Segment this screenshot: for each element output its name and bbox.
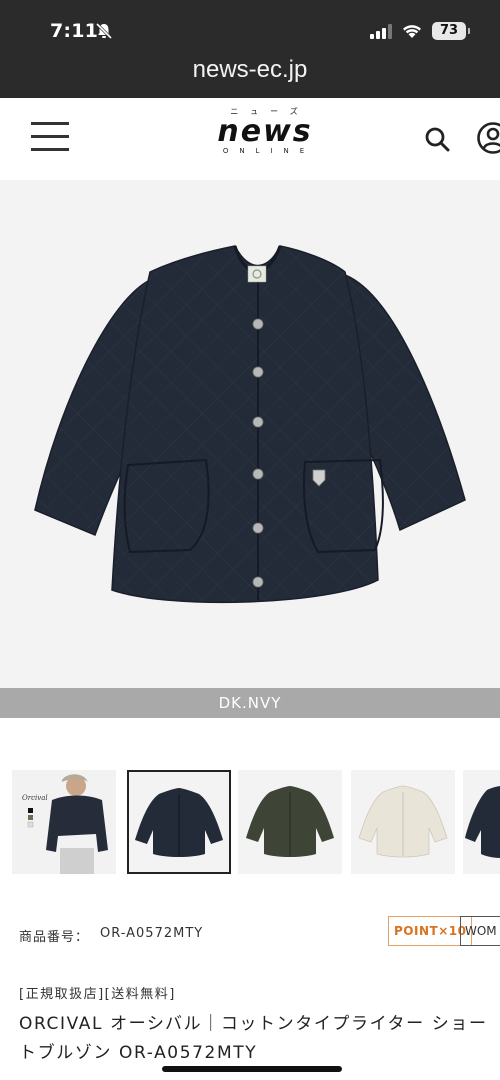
thumbnail-olive[interactable] — [238, 770, 342, 874]
logo-wordmark: news — [217, 114, 313, 149]
thumbnail-strip: Orcival — [0, 770, 500, 874]
wifi-icon — [403, 25, 421, 38]
search-icon[interactable] — [424, 126, 450, 152]
site-logo[interactable]: ニューズ news ONLINE — [205, 106, 325, 170]
thumbnail-brand-text: Orcival — [22, 794, 48, 802]
jacket-illustration — [34, 245, 466, 604]
thumbnail-navy-partial[interactable] — [463, 770, 500, 874]
model-thumbnail-illustration — [12, 770, 116, 874]
logo-subtitle: ONLINE — [222, 147, 316, 155]
sku-label: 商品番号： — [19, 930, 90, 945]
sku-value: OR-A0572MTY — [100, 926, 204, 941]
olive-jacket-thumbnail — [238, 770, 342, 874]
url-bar[interactable]: news-ec.jp — [0, 56, 500, 84]
product-main-image[interactable] — [0, 180, 500, 688]
account-icon[interactable] — [476, 121, 500, 155]
product-title: ORCIVAL オーシバル｜コットンタイプライター ショートブルゾン OR-A0… — [19, 1014, 488, 1063]
sku-row: 商品番号： OR-A0572MTY POINT×10 WOM — [0, 916, 500, 950]
status-indicators: 73 — [370, 22, 470, 40]
browser-chrome: 7:11 73 news-ec.jp — [0, 0, 500, 98]
battery-icon: 73 — [432, 22, 470, 40]
product-tags: [正規取扱店][送料無料] — [19, 987, 176, 1002]
thumbnail-model[interactable]: Orcival — [12, 770, 116, 874]
partial-jacket-thumbnail — [463, 770, 500, 874]
navy-jacket-thumbnail — [129, 772, 229, 872]
home-indicator — [162, 1066, 342, 1072]
ivory-jacket-thumbnail — [351, 770, 455, 874]
thumbnail-ivory[interactable] — [351, 770, 455, 874]
bell-slash-icon — [95, 22, 113, 40]
signal-icon — [370, 23, 392, 39]
status-time: 7:11 — [50, 20, 99, 42]
hamburger-icon[interactable] — [31, 122, 69, 152]
category-badge: WOM — [460, 916, 500, 946]
color-label-bar: DK.NVY — [0, 688, 500, 718]
thumbnail-navy[interactable] — [127, 770, 231, 874]
